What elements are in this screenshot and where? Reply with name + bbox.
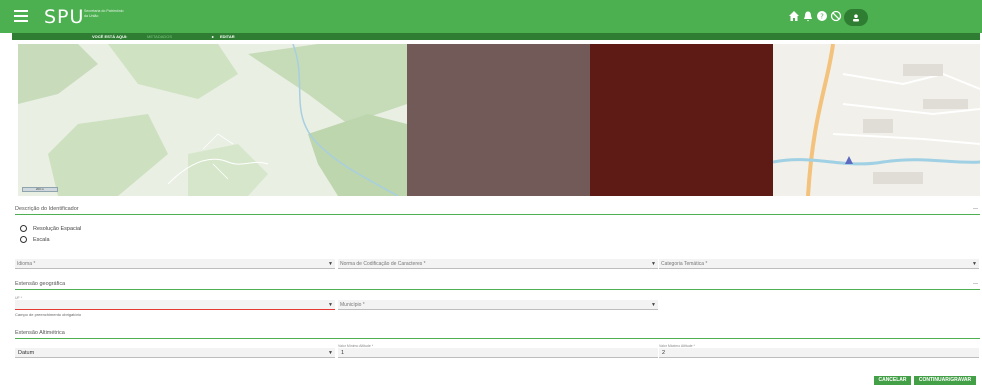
- uf-error-underline: [15, 309, 335, 310]
- section-divider: [15, 214, 980, 215]
- save-continue-button[interactable]: CONTINUAR/GRAVAR: [914, 376, 976, 385]
- map-overlay-tile-2: [590, 44, 773, 196]
- section-divider: [15, 289, 980, 290]
- brand-subtitle: Secretaria do Patrimônio da União: [84, 9, 124, 18]
- block-icon[interactable]: [830, 10, 842, 22]
- select-idioma-label: Idioma *: [17, 261, 36, 267]
- section-title-extensao-geografica: Extensão geográfica: [15, 281, 66, 287]
- map-scale-bar: 200 m: [22, 187, 58, 192]
- select-categoria-label: Categoria Temática *: [661, 261, 708, 267]
- user-icon: [853, 14, 859, 22]
- min-altitude-input[interactable]: 1: [338, 348, 658, 358]
- select-datum-label: Datum: [18, 350, 35, 356]
- required-field-hint: Campo de preenchimento obrigatório: [15, 312, 82, 317]
- select-norma-label: Norma de Codificação de Caracteres *: [340, 261, 426, 267]
- select-norma-codificacao[interactable]: Norma de Codificação de Caracteres * ▼: [338, 259, 658, 269]
- home-icon[interactable]: [788, 10, 800, 22]
- select-datum[interactable]: Datum ▼: [15, 348, 335, 358]
- radio-escala[interactable]: [20, 236, 27, 243]
- select-municipio-label: Município *: [340, 302, 365, 308]
- chevron-down-icon: ▼: [328, 261, 333, 267]
- select-idioma[interactable]: Idioma * ▼: [15, 259, 335, 269]
- bell-icon[interactable]: [802, 10, 814, 22]
- svg-text:?: ?: [820, 13, 824, 21]
- user-avatar-button[interactable]: [844, 9, 868, 26]
- section-divider: [15, 338, 980, 339]
- radio-label-resolucao: Resolução Espacial: [33, 226, 82, 232]
- chevron-down-icon: ▼: [328, 302, 333, 308]
- header-icons: ?: [788, 10, 842, 24]
- chevron-down-icon: ▼: [328, 350, 333, 356]
- select-municipio[interactable]: Município * ▼: [338, 300, 658, 310]
- chevron-down-icon: ▼: [972, 261, 977, 267]
- collapse-identificador[interactable]: —: [973, 206, 978, 212]
- cancel-button[interactable]: CANCELAR: [874, 376, 911, 385]
- help-icon[interactable]: ?: [816, 10, 828, 22]
- max-altitude-value: 2: [662, 350, 666, 356]
- map-street-tile: [773, 44, 980, 196]
- map-terrain-tile: 200 m: [18, 44, 407, 196]
- map-overlay-tile-1: [407, 44, 590, 196]
- breadcrumb-current: EDITAR: [220, 34, 235, 39]
- section-title-extensao-altimetrica: Extensão Altimétrica: [15, 330, 65, 336]
- brand-logo-text: SPU: [44, 6, 85, 28]
- breadcrumb-separator: ▸: [212, 34, 215, 39]
- select-categoria-tematica[interactable]: Categoria Temática * ▼: [659, 259, 979, 269]
- section-title-identificador: Descrição do Identificador: [15, 206, 79, 212]
- min-altitude-value: 1: [341, 350, 345, 356]
- map-preview[interactable]: 200 m: [18, 44, 980, 196]
- breadcrumb-here-label: VOCÊ ESTÁ AQUI:: [92, 34, 128, 39]
- radio-resolucao-espacial[interactable]: [20, 225, 27, 232]
- menu-icon[interactable]: [14, 10, 28, 22]
- top-app-bar: SPU Secretaria do Patrimônio da União ?: [0, 0, 982, 33]
- max-altitude-input[interactable]: 2: [659, 348, 979, 358]
- chevron-down-icon: ▼: [651, 261, 656, 267]
- breadcrumb-parent-link[interactable]: METADADOS: [147, 34, 202, 39]
- breadcrumb: VOCÊ ESTÁ AQUI: METADADOS ▸ EDITAR: [12, 33, 980, 40]
- radio-label-escala: Escala: [33, 237, 50, 243]
- chevron-down-icon: ▼: [651, 302, 656, 308]
- collapse-extensao-geografica[interactable]: —: [973, 281, 978, 287]
